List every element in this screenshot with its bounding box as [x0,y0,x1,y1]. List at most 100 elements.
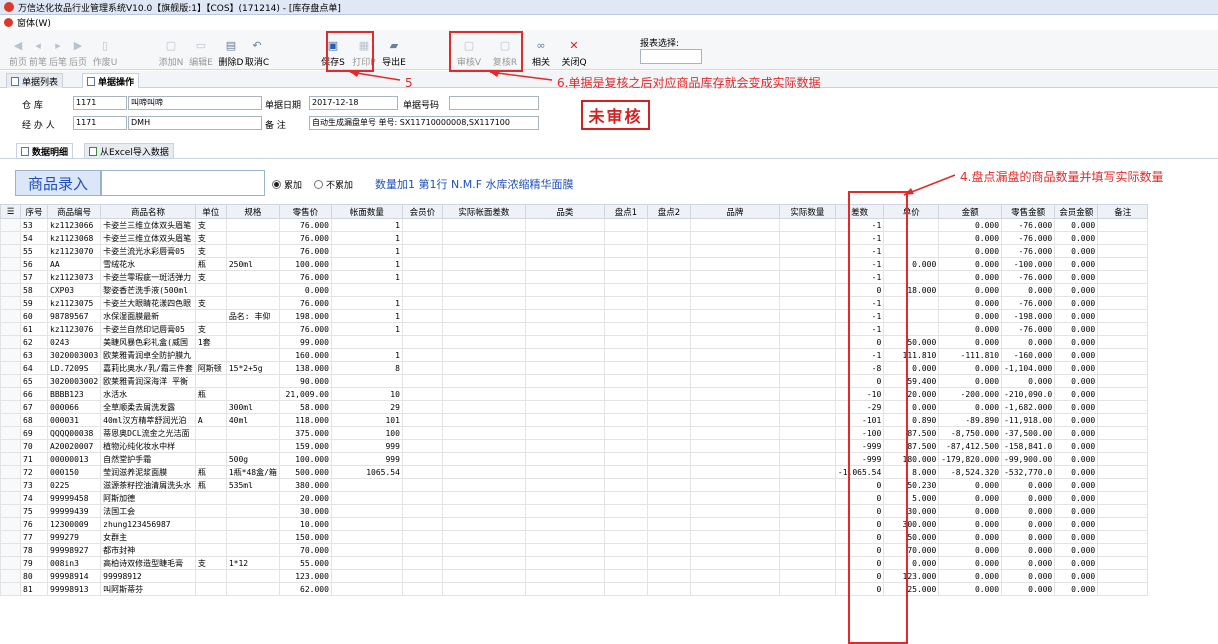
table-row[interactable]: 74 99999458 阿斯加德 20.000 0 5.000 0.000 0.000 0.00… [0,491,1149,505]
row-marker[interactable] [0,439,21,453]
row-marker[interactable] [0,582,21,596]
table-cell[interactable] [778,244,836,258]
column-header[interactable]: 商品名称 [100,204,196,219]
column-header[interactable]: 规格 [225,204,280,219]
table-row[interactable]: 69 QQQQ00038 蒂恩奥DCL流金之光洁面 375.000 100 -100 87.… [0,426,1149,440]
row-marker[interactable] [0,400,21,414]
radio-no-accumulate[interactable]: 不累加 [314,178,353,191]
table-cell[interactable] [778,504,836,518]
table-row[interactable]: 72 000150 莹润滋养泥浆面膜瓶 1瓶*48盒/箱 500.000 1065.54 -… [0,465,1149,479]
row-marker[interactable] [0,348,21,362]
table-cell[interactable] [778,322,836,336]
handler-name-field[interactable]: DMH [128,116,262,130]
table-cell[interactable] [778,387,836,401]
table-cell[interactable] [778,491,836,505]
table-cell[interactable] [778,257,836,271]
column-header[interactable]: 盘点2 [646,204,691,219]
table-row[interactable]: 65 3020003002 欧莱雅青润深海洋 平衡 90.000 0 59.400 0.00… [0,374,1149,388]
row-marker[interactable] [0,244,21,258]
table-cell[interactable] [778,517,836,531]
row-menu-header[interactable]: ☰ [0,204,21,219]
table-cell[interactable] [778,569,836,583]
link-button[interactable]: ∞ 相关 [528,34,554,69]
table-cell[interactable] [778,361,836,375]
column-header[interactable]: 单价 [883,204,940,219]
column-header[interactable]: 盘点1 [603,204,648,219]
handler-code-field[interactable]: 1171 [73,116,127,130]
row-marker[interactable] [0,257,21,271]
column-header[interactable]: 帐面数量 [330,204,403,219]
warehouse-code-field[interactable]: 1171 [73,96,127,110]
table-cell[interactable] [778,543,836,557]
table-row[interactable]: 56 AA 雪绒花水瓶 250ml 100.000 1 -1 0.000 0.000 -100.0… [0,257,1149,271]
column-header[interactable]: 实际帐面差数 [441,204,526,219]
table-row[interactable]: 73 0225 滋源茶籽控油清屑洗头水瓶 535ml 380.000 0 50.230 0.0… [0,478,1149,492]
table-row[interactable]: 61 kz1123076 卡姿兰自然印记唇膏05 支 76.000 1 -1 0.000 -76… [0,322,1149,336]
row-marker[interactable] [0,322,21,336]
row-marker[interactable] [0,491,21,505]
row-marker[interactable] [0,335,21,349]
table-row[interactable]: 75 99999439 法国工会 30.000 0 30.000 0.000 0.000 0.0… [0,504,1149,518]
table-cell[interactable] [778,374,836,388]
table-row[interactable]: 80 99998914 99998912 123.000 0 123.000 0.000 0.… [0,569,1149,583]
last-page-button[interactable]: ▶ 后页 [65,34,91,69]
tab-doc-list[interactable]: 单据列表 [6,73,64,88]
column-header[interactable]: 零售金额 [1001,204,1056,219]
table-row[interactable]: 67 000066 全草顺柔去屑洗发露 300ml 58.000 29 -29 0.000 0.… [0,400,1149,414]
edit-button[interactable]: ▭ 编辑E [188,34,214,69]
table-cell[interactable] [778,335,836,349]
table-cell[interactable] [778,413,836,427]
row-marker[interactable] [0,361,21,375]
table-row[interactable]: 57 kz1123073 卡姿兰零瑕疵一斑活弹力支 76.000 1 -1 0.000 -76… [0,270,1149,284]
radio-accumulate[interactable]: 累加 [272,178,302,191]
table-row[interactable]: 71 00000013 自然堂护手霜 500g 100.000 999 -999 180.00… [0,452,1149,466]
row-marker[interactable] [0,231,21,245]
row-marker[interactable] [0,218,21,232]
table-row[interactable]: 63 3020003003 欧莱雅青润卓全防护膜九 160.000 1 -1 111.810… [0,348,1149,362]
menu-window[interactable]: 窗体(W) [17,16,51,29]
table-cell[interactable] [778,348,836,362]
table-cell[interactable] [778,400,836,414]
table-row[interactable]: 66 BBBB123 水活水瓶 21,009.00 10 -10 20.000 -200.00… [0,387,1149,401]
column-header[interactable]: 会员金额 [1054,204,1099,219]
row-marker[interactable] [0,478,21,492]
table-row[interactable]: 70 A20020007 植物沁纯化妆水中样 159.000 999 -999 87.500… [0,439,1149,453]
row-marker[interactable] [0,374,21,388]
row-marker[interactable] [0,504,21,518]
table-cell[interactable] [778,426,836,440]
row-marker[interactable] [0,517,21,531]
table-row[interactable]: 53 kz1123066 卡姿兰三维立体双头眉笔支 76.000 1 -1 0.000 -76… [0,218,1149,232]
docno-field[interactable] [449,96,539,110]
row-marker[interactable] [0,465,21,479]
warehouse-name-field[interactable]: 叫啼叫啼 [128,96,262,110]
column-header[interactable]: 金额 [938,204,1003,219]
tab-data-detail[interactable]: 数据明细 [16,143,74,158]
column-header[interactable]: 会员价 [401,204,443,219]
table-row[interactable]: 55 kz1123070 卡姿兰流光水彩唇膏05 支 76.000 1 -1 0.000 -76… [0,244,1149,258]
row-marker[interactable] [0,426,21,440]
tab-excel-import[interactable]: 从Excel导入数据 [84,143,174,158]
tab-doc-ops[interactable]: 单据操作 [82,73,140,88]
table-cell[interactable] [778,556,836,570]
table-cell[interactable] [778,439,836,453]
column-header[interactable]: 序号 [20,204,48,219]
audit-button[interactable]: ▢ 审核V [456,34,482,69]
product-entry-input[interactable] [101,170,265,196]
column-header[interactable]: 备注 [1097,204,1149,219]
table-cell[interactable] [778,309,836,323]
table-row[interactable]: 62 0243 美睫风暴色彩礼盒(威国 1套 99.000 0 50.000 0.000 0.0… [0,335,1149,349]
table-row[interactable]: 81 99998913 叫阿斯蒂芬 62.000 0 25.000 0.000 0.000 0.… [0,582,1149,596]
row-marker[interactable] [0,296,21,310]
table-cell[interactable] [778,530,836,544]
remark-field[interactable]: 自动生成漏盘单号 单号: SX11710000008,SX117100 [309,116,539,130]
void-button[interactable]: ▯ 作废U [92,34,118,69]
table-cell[interactable] [778,218,836,232]
table-cell[interactable] [778,231,836,245]
column-header[interactable]: 实际数量 [778,204,836,219]
row-marker[interactable] [0,283,21,297]
row-marker[interactable] [0,452,21,466]
row-marker[interactable] [0,556,21,570]
row-marker[interactable] [0,569,21,583]
row-marker[interactable] [0,387,21,401]
undo-button[interactable]: ↶ 取消C [244,34,270,69]
